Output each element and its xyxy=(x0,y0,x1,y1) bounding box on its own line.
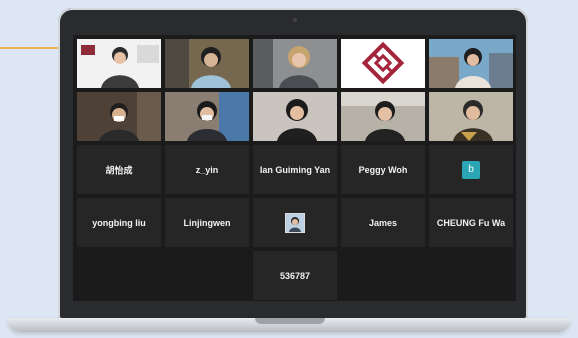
profile-photo-image xyxy=(286,213,304,232)
participant-video-8 xyxy=(253,92,337,141)
participant-name: z_yin xyxy=(195,164,219,175)
participant-tile-12[interactable]: z_yin xyxy=(165,145,249,194)
initial-avatar: b xyxy=(462,160,480,179)
profile-photo xyxy=(285,212,305,233)
participant-video-2 xyxy=(165,39,249,88)
participant-video-5 xyxy=(429,39,513,88)
accent-line xyxy=(0,47,62,49)
participant-tile-6[interactable] xyxy=(77,92,161,141)
participant-video-6 xyxy=(77,92,161,141)
participant-tile-8[interactable] xyxy=(253,92,337,141)
participant-tile-5[interactable] xyxy=(429,39,513,88)
laptop-base-notch xyxy=(255,318,325,324)
participant-tile-19[interactable]: James xyxy=(341,198,425,247)
participant-tile-10[interactable] xyxy=(429,92,513,141)
participant-name: Ian Guiming Yan xyxy=(259,164,331,175)
participant-tile-4[interactable] xyxy=(341,39,425,88)
participant-video-10 xyxy=(429,92,513,141)
participant-tile-13[interactable]: Ian Guiming Yan xyxy=(253,145,337,194)
participant-name: 536787 xyxy=(279,270,311,281)
participant-video-1 xyxy=(77,39,161,88)
participant-tile-15[interactable]: b xyxy=(429,145,513,194)
polyu-logo-icon xyxy=(341,39,425,88)
participant-tile-9[interactable] xyxy=(341,92,425,141)
participant-tile-2[interactable] xyxy=(165,39,249,88)
video-meeting-grid: 胡怡成 z_yin Ian Guiming Yan Peggy Woh b yo… xyxy=(73,35,516,301)
participant-name: yongbing liu xyxy=(92,217,146,228)
participant-tile-17[interactable]: Linjingwen xyxy=(165,198,249,247)
participant-tile-11[interactable]: 胡怡成 xyxy=(77,145,161,194)
participant-tile-21[interactable]: 536787 xyxy=(253,251,337,300)
participant-video-3 xyxy=(253,39,337,88)
participant-video-9 xyxy=(341,92,425,141)
participant-name: Linjingwen xyxy=(183,217,231,228)
camera-dot xyxy=(293,18,297,22)
participant-tile-18[interactable] xyxy=(253,198,337,247)
participant-tile-1[interactable] xyxy=(77,39,161,88)
participant-tile-7[interactable] xyxy=(165,92,249,141)
participant-name: CHEUNG Fu Wa xyxy=(436,217,506,228)
participant-video-7 xyxy=(165,92,249,141)
participant-tile-3[interactable] xyxy=(253,39,337,88)
participant-name: Peggy Woh xyxy=(358,164,408,175)
participant-tile-14[interactable]: Peggy Woh xyxy=(341,145,425,194)
participant-tile-20[interactable]: CHEUNG Fu Wa xyxy=(429,198,513,247)
participant-name: 胡怡成 xyxy=(105,165,133,175)
participant-name: James xyxy=(368,217,398,228)
participant-tile-16[interactable]: yongbing liu xyxy=(77,198,161,247)
